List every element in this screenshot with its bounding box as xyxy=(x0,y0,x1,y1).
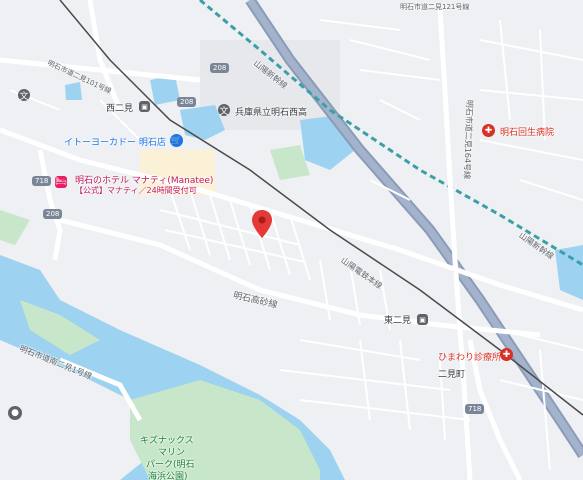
hospital-icon[interactable]: ✚ xyxy=(482,124,495,137)
high-school-label[interactable]: 兵庫県立明石西高 xyxy=(235,105,307,118)
location-pin-icon[interactable] xyxy=(252,210,272,238)
nishi-futami-label[interactable]: 西二見 xyxy=(106,101,133,114)
train-station-icon[interactable]: ▣ xyxy=(417,314,428,325)
route-208-shield: 208 xyxy=(210,63,230,73)
school-icon[interactable]: 文 xyxy=(218,104,230,117)
place-icon[interactable]: ● xyxy=(8,406,22,420)
route-718-shield: 718 xyxy=(32,176,52,186)
school-icon[interactable]: 文 xyxy=(18,89,30,102)
map-base-layer xyxy=(0,0,583,480)
hotel-sub-label: 【公式】マナティ／24時間受付可 xyxy=(75,186,197,195)
hotel-icon[interactable]: 🛏 xyxy=(55,176,67,188)
hospital-icon[interactable]: ✚ xyxy=(500,348,513,361)
shopping-cart-icon[interactable]: 🛒 xyxy=(170,134,183,147)
higashi-futami-label[interactable]: 東二見 xyxy=(384,313,411,326)
city-road-top-label: 明石市道二見121号線 xyxy=(400,3,470,11)
kaisei-hospital-label[interactable]: 明石回生病院 xyxy=(500,125,554,138)
route-208-shield: 208 xyxy=(43,209,63,219)
train-station-icon[interactable]: ▣ xyxy=(139,101,150,112)
himawari-clinic-label[interactable]: ひまわり診療所 xyxy=(438,350,501,363)
ito-yokado-label[interactable]: イトーヨーカドー 明石店 xyxy=(64,135,166,148)
route-208-shield: 208 xyxy=(177,97,197,107)
futami-town-label: 二見町 xyxy=(438,370,466,380)
map-canvas[interactable]: 208 208 208 718 718 ▣ 西二見 ▣ 東二見 🛒 イトーヨーカ… xyxy=(0,0,583,480)
park-label-line4: 海浜公園) xyxy=(148,472,188,480)
route-718-shield: 718 xyxy=(465,404,485,414)
